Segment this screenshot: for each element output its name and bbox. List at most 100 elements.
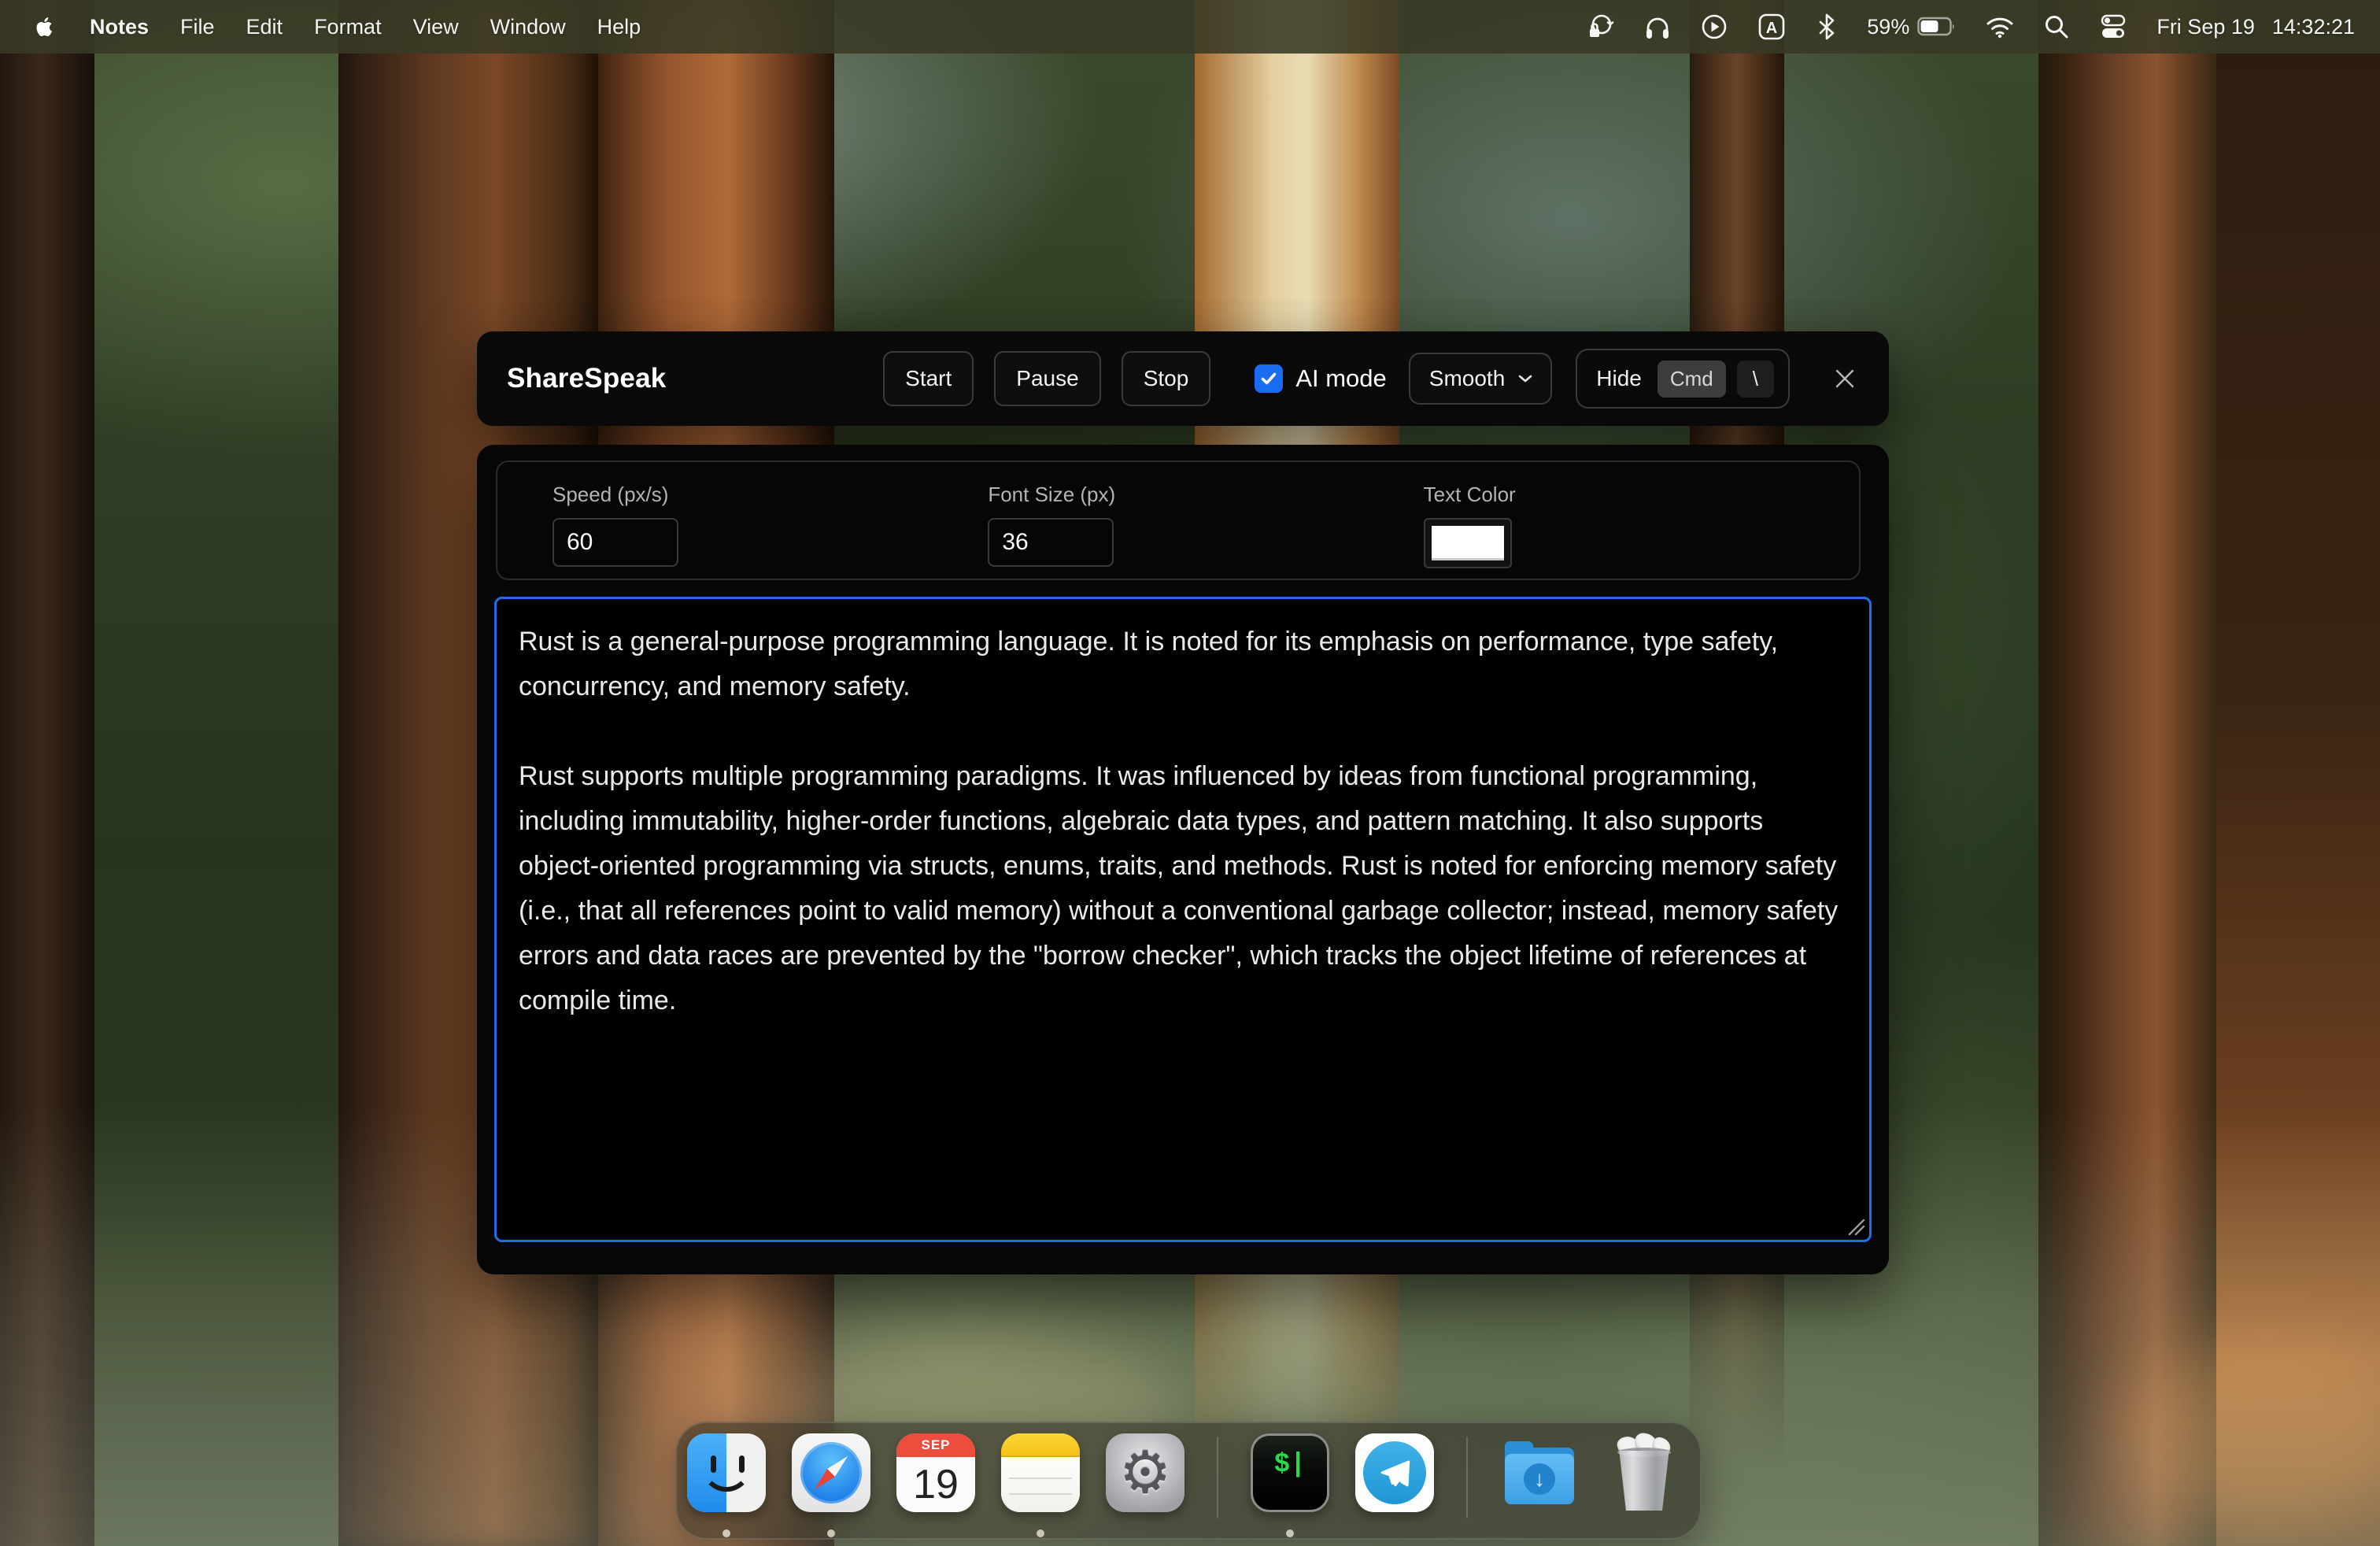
font-size-control: Font Size (px)	[988, 483, 1423, 579]
running-indicator	[722, 1529, 730, 1537]
menu-item-format[interactable]: Format	[298, 0, 397, 54]
header-controls: Start Pause Stop AI mode Smooth Hide Cmd…	[883, 349, 1859, 409]
dock-item-safari[interactable]	[792, 1433, 870, 1539]
gear-icon: ⚙	[1119, 1444, 1171, 1502]
battery-status[interactable]: 59%	[1867, 15, 1957, 39]
menu-item-app[interactable]: Notes	[74, 0, 164, 54]
menu-item-help[interactable]: Help	[582, 0, 657, 54]
pause-button[interactable]: Pause	[994, 351, 1100, 406]
terminal-prompt-label: $|	[1274, 1450, 1306, 1480]
menu-bar-left: Notes File Edit Format View Window Help	[25, 0, 656, 54]
menu-bar-clock[interactable]: Fri Sep 19 14:32:21	[2156, 15, 2355, 39]
settings-panel: Speed (px/s) Font Size (px) Text Color	[496, 460, 1861, 580]
calendar-icon: SEP 19	[896, 1433, 975, 1512]
notes-yellow-band	[1001, 1433, 1080, 1457]
chevron-down-icon	[1517, 373, 1533, 384]
sharespeak-main-window: Speed (px/s) Font Size (px) Text Color R…	[477, 445, 1889, 1274]
telegram-icon	[1355, 1433, 1434, 1512]
dock-item-notes[interactable]	[1001, 1433, 1080, 1539]
apple-icon	[33, 13, 57, 40]
ai-mode-label: AI mode	[1295, 364, 1386, 393]
running-indicator	[827, 1529, 835, 1537]
downloads-folder-icon: ↓	[1500, 1433, 1579, 1512]
hide-shortcut-button[interactable]: Hide Cmd \	[1576, 349, 1790, 409]
rotation-lock-icon[interactable]	[1587, 13, 1615, 41]
ai-mode-checkbox[interactable]	[1255, 364, 1283, 393]
bluetooth-icon[interactable]	[1815, 13, 1839, 41]
dock-item-calendar[interactable]: SEP 19	[896, 1433, 975, 1539]
menu-bar-status: A 59%	[1587, 12, 2355, 42]
dock-item-telegram[interactable]	[1355, 1433, 1434, 1539]
search-icon[interactable]	[2043, 13, 2070, 40]
calendar-day-label: 19	[896, 1457, 975, 1512]
mode-select[interactable]: Smooth	[1409, 353, 1553, 405]
backslash-keycap: \	[1737, 361, 1774, 398]
menu-item-edit[interactable]: Edit	[231, 0, 299, 54]
cmd-keycap: Cmd	[1658, 361, 1726, 398]
calendar-month-label: SEP	[896, 1433, 975, 1457]
teleprompter-text-area-wrap: Rust is a general-purpose programming la…	[494, 597, 1872, 1242]
checkmark-icon	[1259, 369, 1278, 388]
safari-icon	[792, 1433, 870, 1512]
menu-item-file[interactable]: File	[164, 0, 231, 54]
headphones-icon[interactable]	[1643, 13, 1672, 41]
dock-separator	[1466, 1437, 1468, 1518]
text-color-picker[interactable]	[1424, 518, 1512, 568]
paper-plane-icon	[1377, 1455, 1413, 1491]
text-color-control: Text Color	[1424, 483, 1859, 579]
notes-line	[1009, 1478, 1072, 1479]
dock: SEP 19 ⚙ $|	[675, 1422, 1702, 1540]
dock-separator	[1217, 1437, 1218, 1518]
trash-icon	[1605, 1433, 1683, 1512]
dock-item-downloads[interactable]: ↓	[1500, 1433, 1579, 1539]
mode-select-value: Smooth	[1429, 366, 1506, 391]
running-indicator	[1037, 1529, 1044, 1537]
menu-item-view[interactable]: View	[397, 0, 475, 54]
telegram-circle	[1363, 1441, 1426, 1504]
finder-icon	[687, 1433, 766, 1512]
system-settings-icon: ⚙	[1106, 1433, 1184, 1512]
stop-button[interactable]: Stop	[1122, 351, 1211, 406]
dock-item-system-settings[interactable]: ⚙	[1106, 1433, 1184, 1539]
battery-percent-label: 59%	[1867, 15, 1909, 39]
text-color-swatch	[1432, 526, 1504, 560]
folder-front: ↓	[1505, 1454, 1574, 1504]
dock-item-finder[interactable]	[687, 1433, 766, 1539]
close-icon	[1831, 364, 1859, 393]
notes-body	[1001, 1457, 1080, 1512]
date-label: Fri Sep 19	[2156, 15, 2255, 39]
menu-item-window[interactable]: Window	[475, 0, 582, 54]
speed-input[interactable]	[552, 518, 678, 567]
speed-label: Speed (px/s)	[552, 483, 988, 507]
running-indicator	[1286, 1529, 1294, 1537]
download-arrow-icon: ↓	[1524, 1463, 1555, 1495]
font-size-input[interactable]	[988, 518, 1114, 567]
wifi-icon[interactable]	[1985, 15, 2015, 39]
apple-menu[interactable]	[25, 13, 74, 40]
start-button[interactable]: Start	[883, 351, 974, 406]
ai-mode-control: AI mode	[1255, 364, 1386, 393]
dock-item-trash[interactable]	[1605, 1433, 1683, 1539]
text-color-label: Text Color	[1424, 483, 1859, 507]
terminal-icon: $|	[1251, 1433, 1329, 1512]
trash-body	[1616, 1451, 1672, 1511]
hide-label: Hide	[1596, 366, 1642, 391]
sharespeak-header-window: ShareSpeak Start Pause Stop AI mode Smoo…	[477, 331, 1889, 426]
time-label: 14:32:21	[2272, 15, 2355, 39]
menu-bar: Notes File Edit Format View Window Help	[0, 0, 2380, 54]
teleprompter-text-area[interactable]: Rust is a general-purpose programming la…	[494, 597, 1872, 1242]
safari-needle	[811, 1452, 852, 1493]
app-title: ShareSpeak	[507, 363, 666, 394]
battery-icon	[1917, 17, 1957, 37]
input-source-icon[interactable]: A	[1757, 12, 1787, 42]
speed-control: Speed (px/s)	[552, 483, 988, 579]
dock-item-terminal[interactable]: $|	[1251, 1433, 1329, 1539]
svg-text:A: A	[1766, 20, 1777, 37]
close-button[interactable]	[1831, 364, 1859, 393]
notes-line	[1009, 1493, 1072, 1495]
notes-icon	[1001, 1433, 1080, 1512]
control-center-icon[interactable]	[2098, 13, 2128, 41]
play-circle-icon[interactable]	[1700, 13, 1728, 41]
safari-compass-dial	[800, 1442, 862, 1503]
font-size-label: Font Size (px)	[988, 483, 1423, 507]
